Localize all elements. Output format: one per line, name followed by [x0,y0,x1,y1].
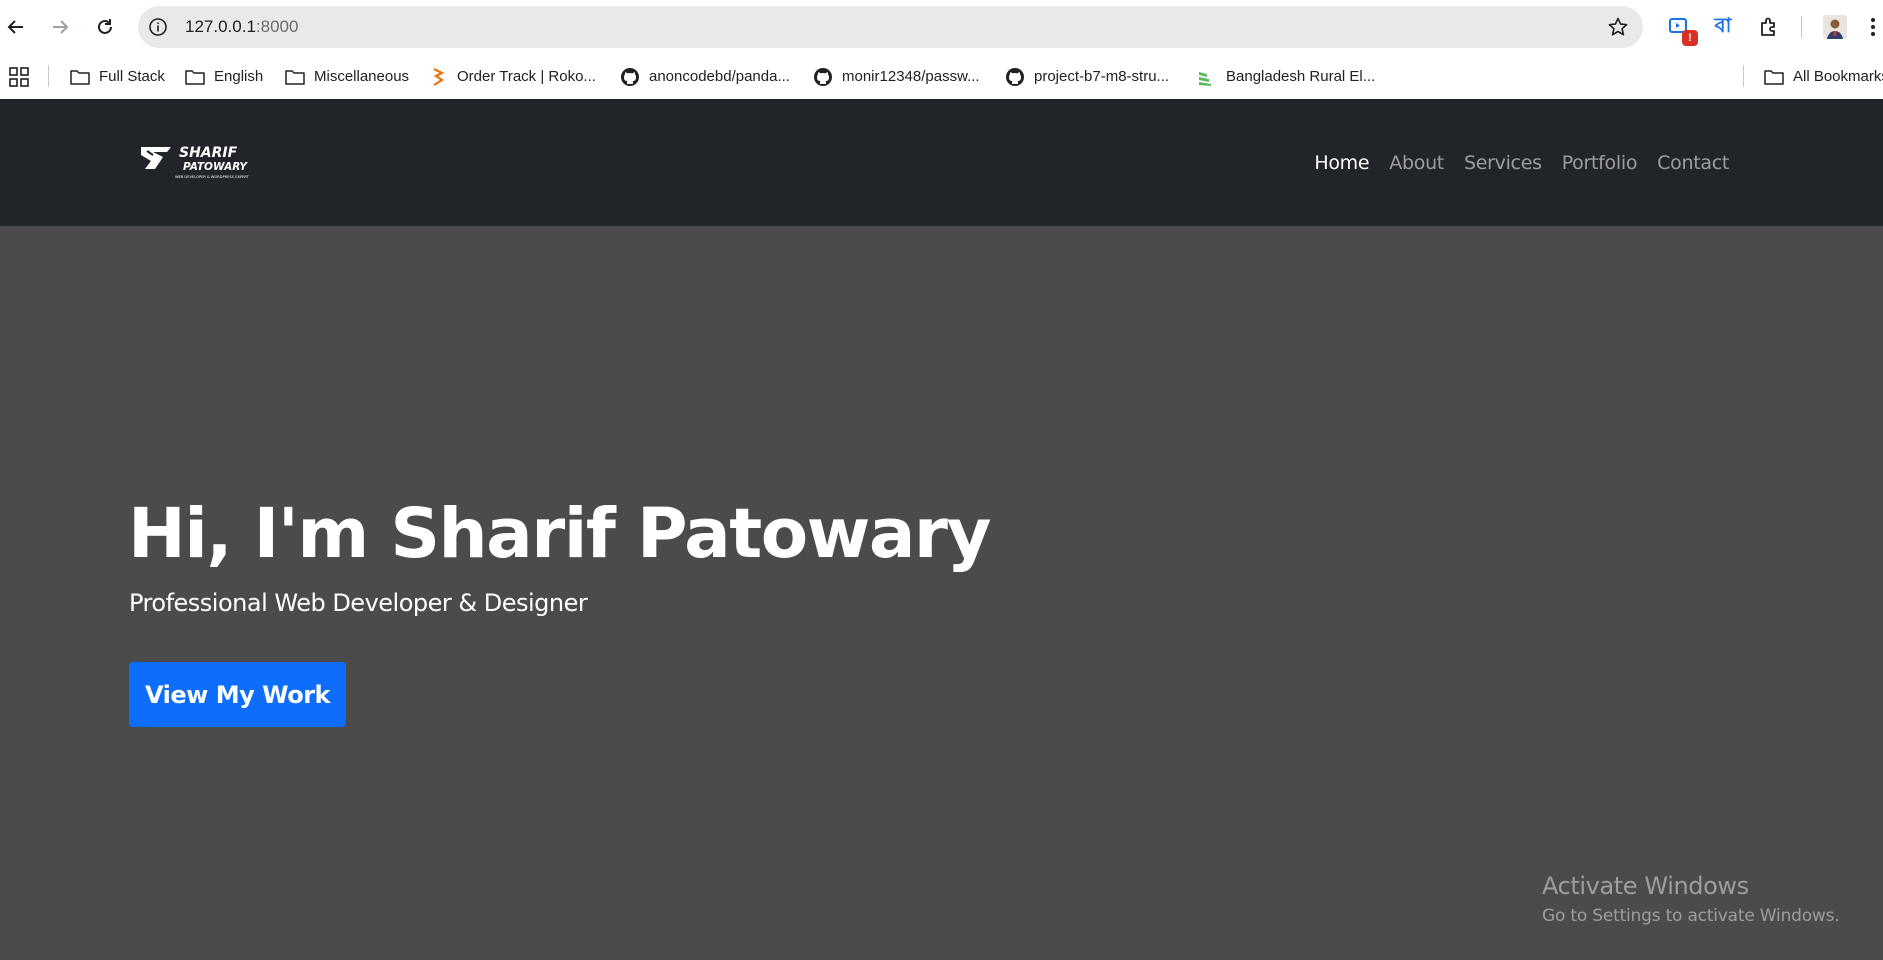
bookmark-bangladesh-rural[interactable]: Bangladesh Rural El... [1197,54,1375,99]
site-favicon-icon [1197,67,1217,87]
bookmark-star-icon[interactable] [1607,16,1629,38]
bookmark-label: Bangladesh Rural El... [1226,68,1376,85]
view-my-work-button[interactable]: View My Work [129,662,346,727]
bookmark-label: Miscellaneous [314,68,410,85]
browser-toolbar: 127.0.0.1:8000 ! বা [0,0,1883,54]
site-menu: Home About Services Portfolio Contact [1304,99,1739,226]
profile-avatar[interactable] [1822,14,1848,40]
watermark-subtitle: Go to Settings to activate Windows. [1542,906,1840,926]
github-icon [813,67,833,87]
reload-icon [98,19,112,34]
url-host: 127.0.0.1 [185,17,256,36]
puzzle-icon [1761,17,1775,36]
bookmarks-divider [48,65,49,87]
bookmark-folder-full-stack[interactable]: Full Stack [70,54,165,99]
logo-surname-text: PATOWARY [183,161,248,173]
browser-menu-button[interactable] [1866,14,1880,40]
bangla-extension-button[interactable]: বা [1710,14,1736,40]
folder-icon [185,67,205,87]
address-bar[interactable]: 127.0.0.1:8000 [138,6,1643,48]
folder-icon [285,67,305,87]
apps-grid-icon [9,66,29,87]
bookmark-github-passw[interactable]: monir12348/passw... [813,54,980,99]
logo-tagline-text: WEB DEVELOPER & WORDPRESS EXPERT [175,175,250,179]
toolbar-divider [1801,16,1802,38]
back-arrow-icon [7,20,23,34]
nav-portfolio[interactable]: Portfolio [1552,152,1647,174]
forward-button[interactable] [47,14,73,40]
bookmark-github-panda[interactable]: anoncodebd/panda... [620,54,790,99]
bookmarks-bar: Full Stack English Miscellaneous Order T… [0,54,1883,99]
bookmark-folder-miscellaneous[interactable]: Miscellaneous [285,54,409,99]
hero-title: Hi, I'm Sharif Patowary [128,494,991,574]
kebab-menu-icon [1871,18,1875,36]
nav-services[interactable]: Services [1454,152,1552,174]
avatar-icon [1823,15,1847,39]
bookmark-folder-english[interactable]: English [185,54,263,99]
nav-home[interactable]: Home [1304,152,1379,174]
nav-contact[interactable]: Contact [1647,152,1739,174]
github-icon [1005,67,1025,87]
bookmark-order-track[interactable]: Order Track | Roko... [428,54,596,99]
bookmark-label: monir12348/passw... [842,68,980,85]
reload-button[interactable] [92,14,118,40]
extensions-button[interactable] [1756,14,1782,40]
site-navbar: SHARIF PATOWARY WEB DEVELOPER & WORDPRES… [0,99,1883,226]
bookmarks-divider [1743,65,1744,87]
windows-activation-watermark: Activate Windows Go to Settings to activ… [1542,872,1840,926]
bookmark-label: project-b7-m8-stru... [1034,68,1170,85]
folder-icon [70,67,90,87]
site-info-icon[interactable] [148,17,168,37]
logo-mark-icon: SHARIF PATOWARY WEB DEVELOPER & WORDPRES… [141,145,250,179]
forward-arrow-icon [53,20,69,34]
bookmark-github-project[interactable]: project-b7-m8-stru... [1005,54,1169,99]
site-logo[interactable]: SHARIF PATOWARY WEB DEVELOPER & WORDPRES… [139,141,264,181]
apps-button[interactable] [9,54,29,99]
url-port: :8000 [255,17,299,36]
all-bookmarks-label: All Bookmarks [1793,68,1883,85]
url-text[interactable]: 127.0.0.1:8000 [185,17,298,37]
bookmark-label: Full Stack [99,68,165,85]
github-icon [620,67,640,87]
bookmark-label: English [214,68,264,85]
site-favicon-icon [428,67,448,87]
hero-subtitle: Professional Web Developer & Designer [129,589,588,617]
nav-about[interactable]: About [1379,152,1454,174]
extension-badge: ! [1682,30,1698,46]
hero-section: Hi, I'm Sharif Patowary Professional Web… [0,226,1883,960]
extension-button-1[interactable]: ! [1666,14,1698,46]
bookmark-label: anoncodebd/panda... [649,68,790,85]
back-button[interactable] [3,14,29,40]
bookmark-label: Order Track | Roko... [457,68,596,85]
all-bookmarks-button[interactable]: All Bookmarks [1764,54,1883,99]
logo-name-text: SHARIF [179,145,238,161]
watermark-title: Activate Windows [1542,872,1749,900]
folder-icon [1764,67,1784,87]
